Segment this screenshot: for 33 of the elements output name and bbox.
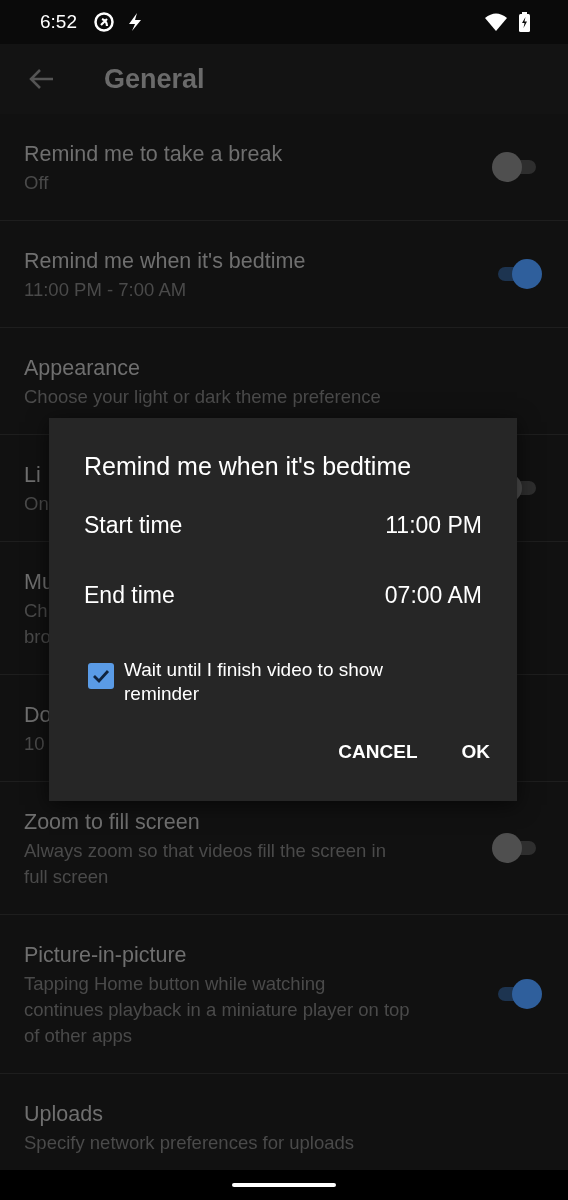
time-value[interactable]: 11:00 PM	[385, 508, 482, 542]
checkbox[interactable]	[88, 663, 114, 689]
time-value[interactable]: 07:00 AM	[384, 578, 482, 612]
clock-time: 6:52	[40, 11, 77, 33]
setting-title: Uploads	[24, 1101, 103, 1128]
home-indicator[interactable]	[232, 1183, 336, 1187]
setting-description: On	[24, 492, 49, 516]
setting-description: Tapping Home button while watching continues playback in a miniature player on top of other apps	[24, 972, 410, 1048]
dialog-title: Remind me when it's bedtime	[84, 451, 412, 482]
checkbox-label: Wait until I finish video to show reminder	[124, 658, 385, 706]
setting-description: Ch bro	[24, 599, 51, 649]
setting-description: Specify network preferences for uploads	[24, 1131, 355, 1155]
circle-status-icon	[93, 11, 115, 33]
setting-description: 10	[24, 732, 45, 756]
bolt-icon	[127, 12, 143, 32]
setting-title: Appearance	[24, 355, 140, 382]
setting-title: Remind me when it's bedtime	[24, 248, 306, 275]
dialog-button[interactable]: CANCEL	[326, 733, 430, 771]
setting-description: Off	[24, 171, 49, 195]
back-arrow-icon[interactable]	[28, 68, 54, 90]
setting-title: Zoom to fill screen	[24, 809, 200, 836]
wifi-icon	[485, 13, 507, 31]
setting-description: 11:00 PM - 7:00 AM	[24, 278, 187, 302]
dialog-button[interactable]: OK	[449, 733, 502, 771]
field-label: Start time	[84, 511, 183, 540]
battery-icon	[519, 12, 530, 32]
setting-title: Li	[24, 462, 41, 489]
setting-description: Always zoom so that videos fill the screen in full screen	[24, 839, 386, 889]
screen-title: General	[104, 63, 205, 95]
field-label: End time	[84, 581, 175, 610]
setting-title: Picture-in-picture	[24, 942, 187, 969]
setting-title: Remind me to take a break	[24, 141, 283, 168]
setting-description: Choose your light or dark theme preference	[24, 385, 381, 409]
